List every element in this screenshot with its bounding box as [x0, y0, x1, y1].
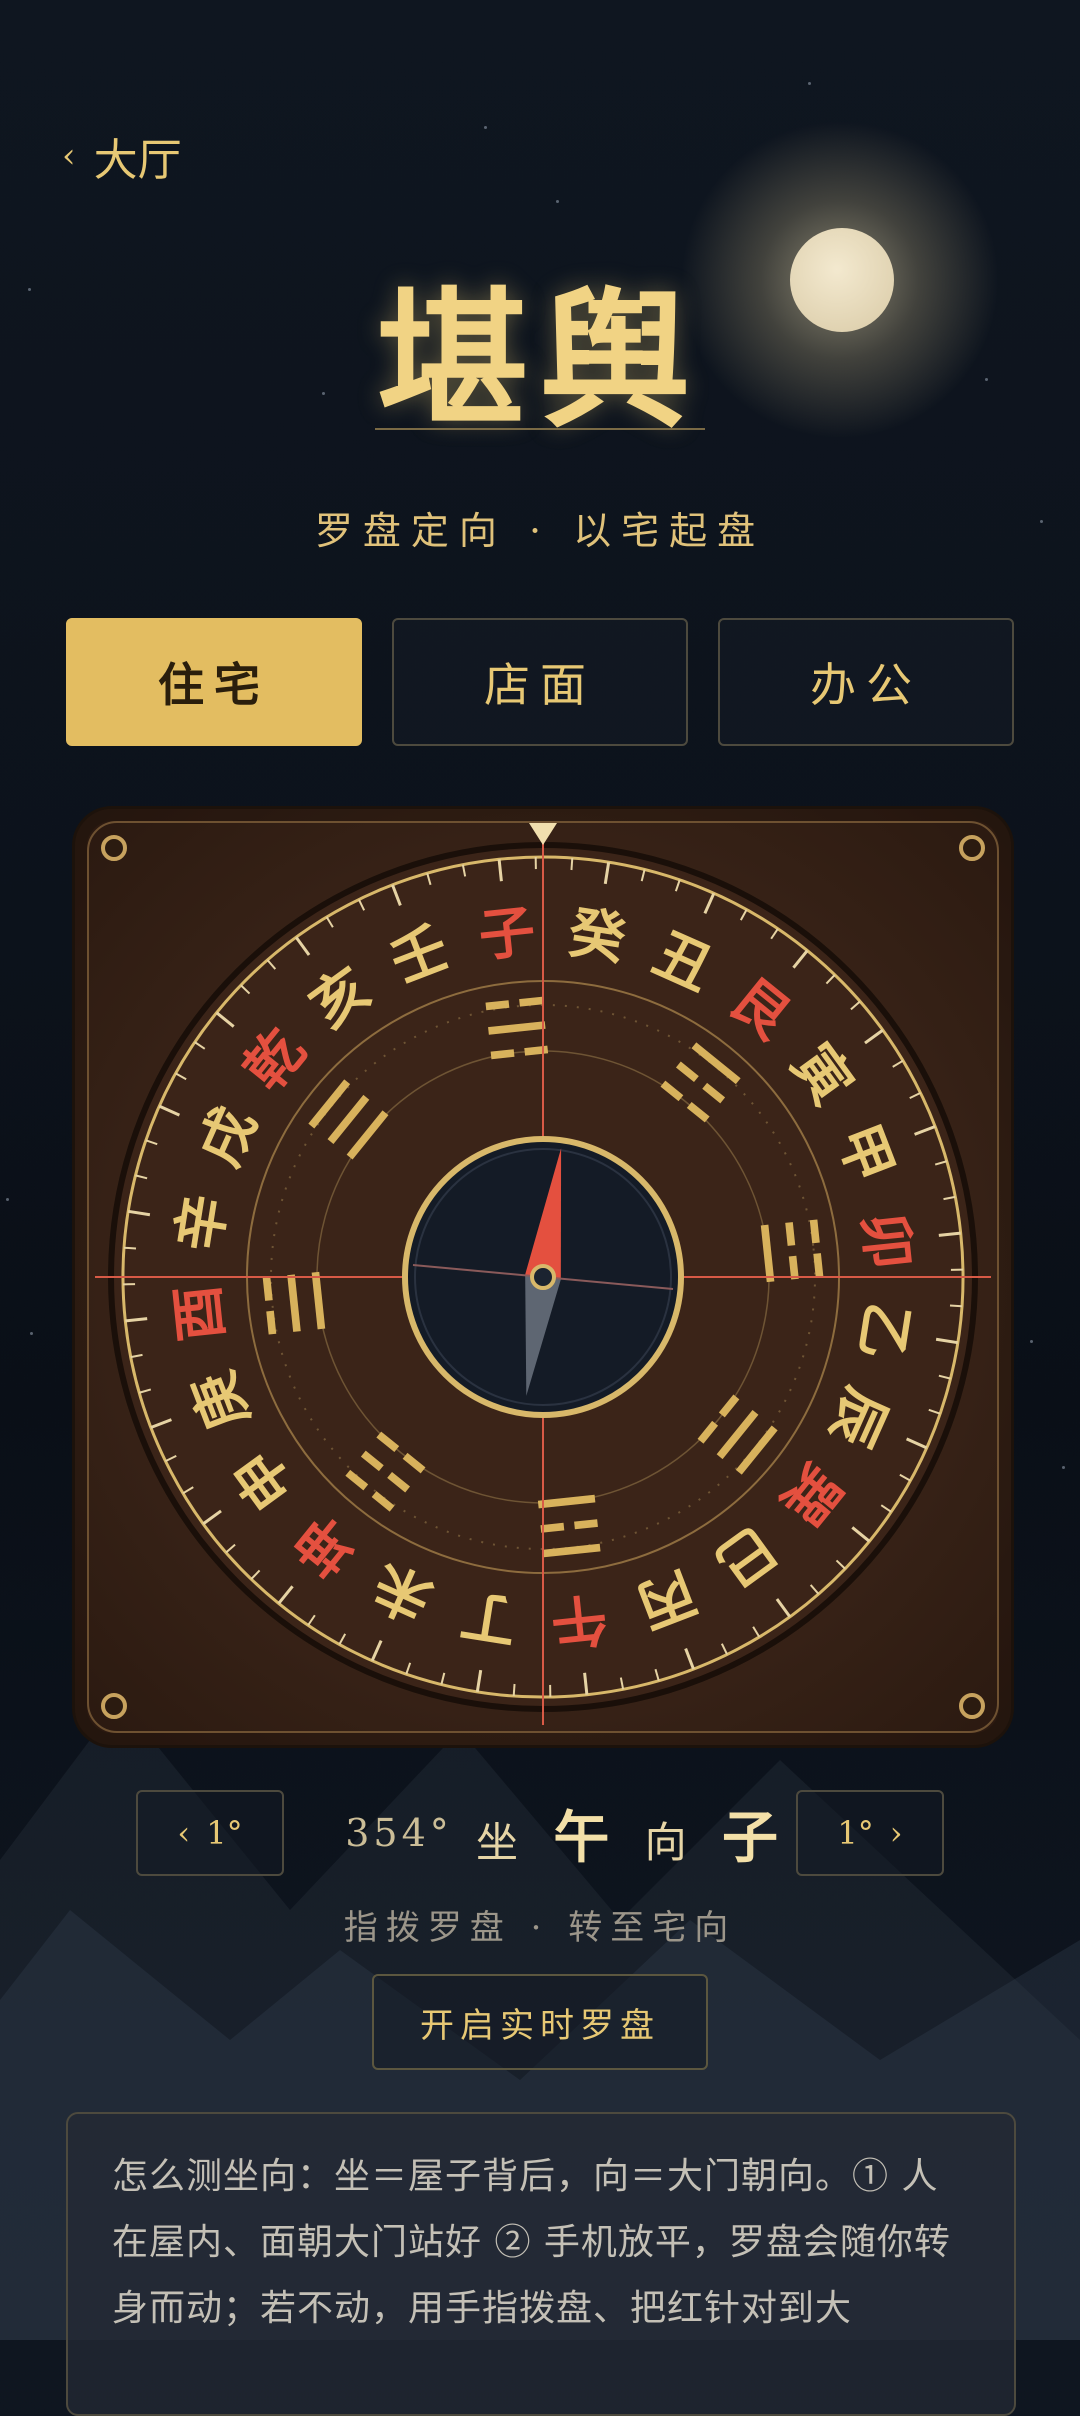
back-button[interactable]: ‹ 大厅 [62, 124, 182, 188]
mountain-label: 癸 [564, 899, 630, 973]
tab-office[interactable]: 办公 [718, 618, 1014, 746]
trigram-symbol: ☵ [478, 982, 557, 1079]
dial-tick [549, 1684, 552, 1697]
sit-face-readout: 坐 午 向 子 [474, 1793, 796, 1874]
needle-pivot [530, 1264, 556, 1290]
page-subtitle: 罗盘定向 · 以宅起盘 [314, 509, 766, 553]
face-value: 子 [722, 1804, 785, 1871]
plus-step-label: 1° [837, 1814, 874, 1852]
tab-residence[interactable]: 住宅 [66, 618, 362, 746]
heading-degree: 354° [345, 1811, 453, 1855]
back-label: 大厅 [93, 135, 182, 186]
title-divider [375, 428, 705, 430]
help-text: 怎么测坐向：坐＝屋子背后，向＝大门朝向。① 人在屋内、面朝大门站好 ② 手机放平… [112, 2156, 951, 2329]
minus-step-label: 1° [206, 1814, 243, 1852]
mountain-label: 子 [476, 898, 539, 969]
mountain-label: 乙 [847, 1298, 921, 1364]
dial-tick [123, 1283, 136, 1286]
trigram-symbol: ☱ [248, 1263, 345, 1342]
rotate-minus-button[interactable]: ‹ 1° [136, 1790, 284, 1876]
rotate-hint: 指拨罗盘 · 转至宅向 [343, 1908, 737, 1948]
chevron-left-icon: ‹ [62, 136, 76, 176]
mountain-label: 辛 [165, 1190, 239, 1256]
rotate-plus-button[interactable]: 1° › [796, 1790, 944, 1876]
compass-panel[interactable]: 子癸丑艮寅甲卯乙辰巽巳丙午丁未坤申庚酉辛戌乾亥壬 ☵ ☶ ☳ ☴ ☲ ☷ ☱ ☰ [72, 806, 1014, 1748]
mountain-label: 卯 [850, 1210, 921, 1273]
help-card: 怎么测坐向：坐＝屋子背后，向＝大门朝向。① 人在屋内、面朝大门站好 ② 手机放平… [66, 2112, 1016, 2416]
heading-pointer-icon [529, 823, 557, 845]
page-title: 堪舆 [377, 273, 702, 449]
chevron-right-icon: › [889, 1814, 903, 1852]
heading-controls: ‹ 1° 354° 坐 午 向 子 1° › [136, 1790, 944, 1876]
chevron-left-icon: ‹ [177, 1814, 191, 1852]
face-label: 向 [644, 1817, 693, 1867]
mountain-label: 酉 [164, 1282, 235, 1345]
mountain-label: 丁 [456, 1581, 522, 1655]
dial-tick [534, 857, 537, 870]
trigram-symbol: ☳ [741, 1212, 838, 1291]
trigram-symbol: ☲ [529, 1475, 608, 1572]
tab-shop[interactable]: 店面 [392, 618, 688, 746]
property-type-tabs: 住宅 店面 办公 [66, 618, 1014, 746]
sit-label: 坐 [475, 1817, 524, 1867]
dial-tick [950, 1268, 963, 1271]
mountain-label: 午 [548, 1584, 611, 1655]
compass-dial[interactable]: 子癸丑艮寅甲卯乙辰巽巳丙午丁未坤申庚酉辛戌乾亥 壬☵ ☶☳☴☲☷☱☰ [75, 809, 1011, 1745]
live-compass-button[interactable]: 开启实时罗盘 [372, 1974, 708, 2070]
sit-value: 午 [553, 1804, 616, 1871]
